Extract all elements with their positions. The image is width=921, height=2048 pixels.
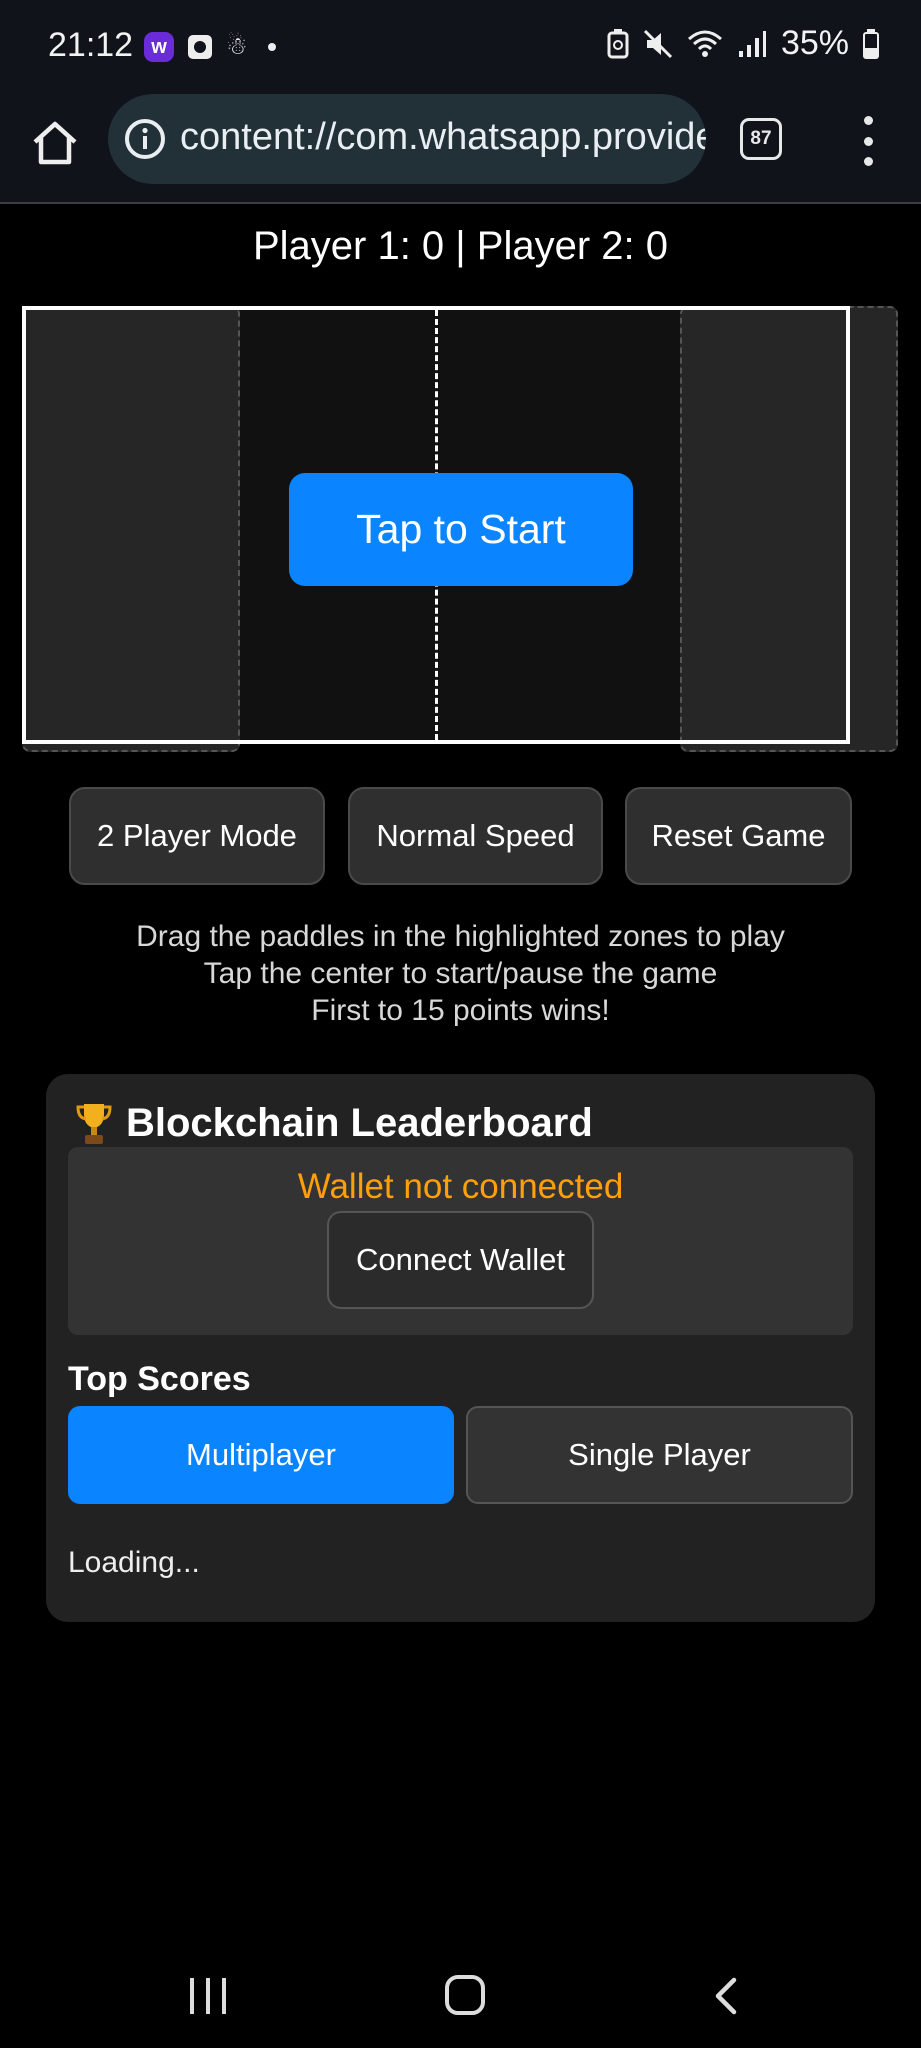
player-mode-button[interactable]: 2 Player Mode (69, 787, 325, 885)
trophy-icon (76, 1104, 112, 1144)
browser-toolbar: content://com.whatsapp.provider.media 87 (0, 94, 921, 204)
speed-button[interactable]: Normal Speed (348, 787, 603, 885)
system-icons: 35% (607, 24, 879, 63)
app-notification-icon: w (144, 32, 174, 62)
notification-icons: w ☃ (144, 32, 276, 62)
leaderboard-title-text: Blockchain Leaderboard (126, 1100, 593, 1145)
loading-text: Loading... (68, 1546, 200, 1579)
system-nav-bar (0, 1940, 921, 2048)
instructions: Drag the paddles in the highlighted zone… (0, 918, 921, 1029)
status-time: 21:12 (48, 26, 134, 64)
tap-to-start-button[interactable]: Tap to Start (289, 473, 633, 586)
leaderboard-title: Blockchain Leaderboard (76, 1100, 593, 1146)
wallet-status: Wallet not connected (297, 1167, 624, 1206)
url-text[interactable]: content://com.whatsapp.provider.media (180, 116, 706, 159)
wallet-section: Wallet not connected Connect Wallet (68, 1147, 853, 1335)
battery-percent: 35% (780, 24, 849, 62)
right-paddle-zone[interactable] (680, 306, 898, 752)
more-vert-icon[interactable] (856, 116, 880, 166)
back-icon[interactable] (710, 1976, 740, 2016)
mute-icon (643, 29, 672, 58)
instruction-line: Tap the center to start/pause the game (203, 957, 718, 990)
more-notifications-icon (267, 43, 276, 51)
recent-apps-icon[interactable] (190, 1978, 226, 2014)
signal-icon (738, 30, 766, 57)
battery-saver-icon (607, 28, 629, 58)
instruction-line: Drag the paddles in the highlighted zone… (136, 920, 785, 953)
score-display: Player 1: 0 | Player 2: 0 (252, 224, 669, 268)
battery-icon (863, 28, 879, 59)
wifi-icon (687, 30, 722, 57)
info-icon[interactable] (124, 118, 166, 160)
left-paddle-zone[interactable] (22, 306, 240, 752)
top-scores-heading: Top Scores (68, 1360, 251, 1398)
tab-single-player[interactable]: Single Player (466, 1406, 853, 1504)
leaderboard-panel: Blockchain Leaderboard Wallet not connec… (46, 1074, 875, 1622)
mascot-notification-icon: ☃ (226, 33, 248, 60)
status-bar: 21:12 w ☃ 35% (0, 0, 921, 94)
camera-notification-icon (188, 35, 212, 59)
address-bar[interactable]: content://com.whatsapp.provider.media (108, 94, 706, 184)
nav-home-icon[interactable] (445, 1975, 485, 2015)
home-icon[interactable] (28, 116, 82, 170)
reset-game-button[interactable]: Reset Game (625, 787, 852, 885)
instruction-line: First to 15 points wins! (311, 994, 610, 1027)
connect-wallet-button[interactable]: Connect Wallet (327, 1211, 594, 1309)
tab-multiplayer[interactable]: Multiplayer (68, 1406, 454, 1504)
tabs-icon[interactable]: 87 (740, 118, 782, 160)
